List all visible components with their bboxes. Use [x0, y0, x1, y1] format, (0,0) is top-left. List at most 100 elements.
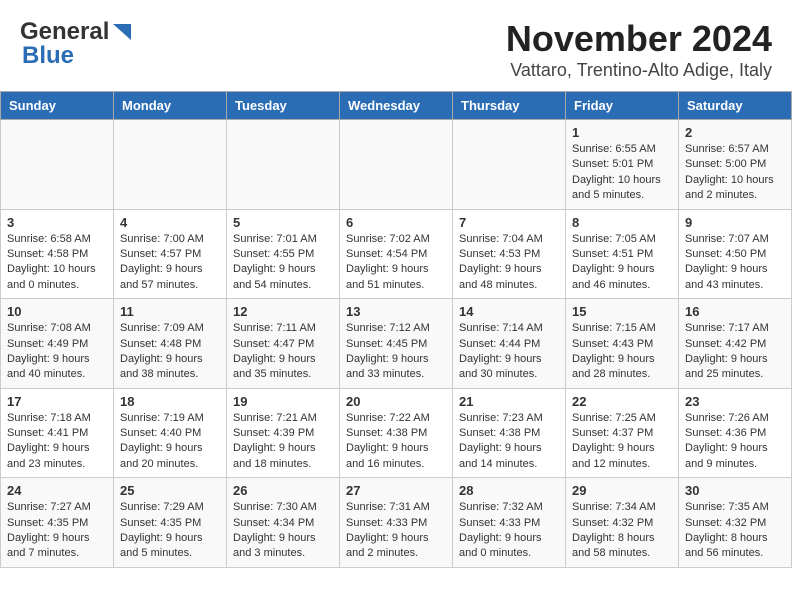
- day-number: 28: [459, 483, 559, 498]
- day-info: Sunrise: 7:21 AMSunset: 4:39 PMDaylight:…: [233, 411, 333, 473]
- day-number: 18: [120, 394, 220, 409]
- col-header-friday: Friday: [566, 92, 679, 120]
- day-number: 7: [459, 215, 559, 230]
- page-subtitle: Vattaro, Trentino-Alto Adige, Italy: [506, 60, 772, 81]
- calendar-cell: [114, 120, 227, 210]
- calendar-cell: 13 Sunrise: 7:12 AMSunset: 4:45 PMDayligh…: [340, 299, 453, 389]
- day-number: 17: [7, 394, 107, 409]
- day-info: Sunrise: 7:32 AMSunset: 4:33 PMDaylight:…: [459, 500, 559, 562]
- logo-arrow-icon: [111, 22, 133, 44]
- col-header-thursday: Thursday: [453, 92, 566, 120]
- day-info: Sunrise: 7:26 AMSunset: 4:36 PMDaylight:…: [685, 411, 785, 473]
- col-header-wednesday: Wednesday: [340, 92, 453, 120]
- calendar-cell: 3 Sunrise: 6:58 AMSunset: 4:58 PMDaylight…: [1, 209, 114, 299]
- calendar-week-5: 24Sunrise: 7:27 AMSunset: 4:35 PMDayligh…: [1, 478, 792, 568]
- day-number: 20: [346, 394, 446, 409]
- calendar-cell: [1, 120, 114, 210]
- page-title: November 2024: [506, 18, 772, 60]
- day-info: Sunrise: 6:57 AMSunset: 5:00 PMDaylight:…: [685, 142, 785, 204]
- col-header-sunday: Sunday: [1, 92, 114, 120]
- day-info: Sunrise: 7:22 AMSunset: 4:38 PMDaylight:…: [346, 411, 446, 473]
- day-info: Sunrise: 6:55 AMSunset: 5:01 PMDaylight:…: [572, 142, 672, 204]
- calendar-header-row: SundayMondayTuesdayWednesdayThursdayFrid…: [1, 92, 792, 120]
- calendar-cell: [227, 120, 340, 210]
- calendar-cell: 11 Sunrise: 7:09 AMSunset: 4:48 PMDayligh…: [114, 299, 227, 389]
- day-info: Sunrise: 7:04 AMSunset: 4:53 PMDaylight:…: [459, 232, 559, 294]
- day-info: Sunrise: 7:14 AMSunset: 4:44 PMDaylight:…: [459, 321, 559, 383]
- day-info: Sunrise: 7:05 AMSunset: 4:51 PMDaylight:…: [572, 232, 672, 294]
- day-info: Sunrise: 7:01 AMSunset: 4:55 PMDaylight:…: [233, 232, 333, 294]
- day-info: Sunrise: 7:23 AMSunset: 4:38 PMDaylight:…: [459, 411, 559, 473]
- calendar-week-4: 17Sunrise: 7:18 AMSunset: 4:41 PMDayligh…: [1, 388, 792, 478]
- calendar-cell: 19 Sunrise: 7:21 AMSunset: 4:39 PMDayligh…: [227, 388, 340, 478]
- calendar-cell: 14 Sunrise: 7:14 AMSunset: 4:44 PMDayligh…: [453, 299, 566, 389]
- day-info: Sunrise: 6:58 AMSunset: 4:58 PMDaylight:…: [7, 232, 107, 294]
- calendar-cell: [453, 120, 566, 210]
- calendar-cell: 20 Sunrise: 7:22 AMSunset: 4:38 PMDayligh…: [340, 388, 453, 478]
- day-info: Sunrise: 7:09 AMSunset: 4:48 PMDaylight:…: [120, 321, 220, 383]
- day-number: 2: [685, 125, 785, 140]
- day-number: 22: [572, 394, 672, 409]
- day-number: 25: [120, 483, 220, 498]
- day-info: Sunrise: 7:17 AMSunset: 4:42 PMDaylight:…: [685, 321, 785, 383]
- calendar-body: 1 Sunrise: 6:55 AMSunset: 5:01 PMDaylight…: [1, 120, 792, 568]
- calendar-cell: 5 Sunrise: 7:01 AMSunset: 4:55 PMDaylight…: [227, 209, 340, 299]
- day-number: 24: [7, 483, 107, 498]
- day-number: 8: [572, 215, 672, 230]
- calendar-week-2: 3 Sunrise: 6:58 AMSunset: 4:58 PMDaylight…: [1, 209, 792, 299]
- calendar-cell: 4Sunrise: 7:00 AMSunset: 4:57 PMDaylight…: [114, 209, 227, 299]
- calendar-cell: 10 Sunrise: 7:08 AMSunset: 4:49 PMDayligh…: [1, 299, 114, 389]
- day-info: Sunrise: 7:31 AMSunset: 4:33 PMDaylight:…: [346, 500, 446, 562]
- day-number: 1: [572, 125, 672, 140]
- calendar-week-3: 10 Sunrise: 7:08 AMSunset: 4:49 PMDayligh…: [1, 299, 792, 389]
- calendar-week-1: 1 Sunrise: 6:55 AMSunset: 5:01 PMDaylight…: [1, 120, 792, 210]
- calendar-cell: 1 Sunrise: 6:55 AMSunset: 5:01 PMDaylight…: [566, 120, 679, 210]
- day-number: 19: [233, 394, 333, 409]
- day-info: Sunrise: 7:29 AMSunset: 4:35 PMDaylight:…: [120, 500, 220, 562]
- calendar-cell: [340, 120, 453, 210]
- page-header: General Blue November 2024 Vattaro, Tren…: [0, 0, 792, 91]
- title-block: November 2024 Vattaro, Trentino-Alto Adi…: [506, 18, 772, 81]
- calendar-cell: 16 Sunrise: 7:17 AMSunset: 4:42 PMDayligh…: [679, 299, 792, 389]
- logo: General Blue: [20, 18, 133, 70]
- day-info: Sunrise: 7:15 AMSunset: 4:43 PMDaylight:…: [572, 321, 672, 383]
- day-number: 27: [346, 483, 446, 498]
- day-number: 9: [685, 215, 785, 230]
- day-number: 13: [346, 304, 446, 319]
- calendar-cell: 7 Sunrise: 7:04 AMSunset: 4:53 PMDaylight…: [453, 209, 566, 299]
- day-info: Sunrise: 7:19 AMSunset: 4:40 PMDaylight:…: [120, 411, 220, 473]
- day-number: 29: [572, 483, 672, 498]
- day-info: Sunrise: 7:08 AMSunset: 4:49 PMDaylight:…: [7, 321, 107, 383]
- day-info: Sunrise: 7:02 AMSunset: 4:54 PMDaylight:…: [346, 232, 446, 294]
- calendar-cell: 21Sunrise: 7:23 AMSunset: 4:38 PMDayligh…: [453, 388, 566, 478]
- day-info: Sunrise: 7:07 AMSunset: 4:50 PMDaylight:…: [685, 232, 785, 294]
- calendar-cell: 27 Sunrise: 7:31 AMSunset: 4:33 PMDayligh…: [340, 478, 453, 568]
- logo-text-blue: Blue: [22, 42, 74, 70]
- day-number: 11: [120, 304, 220, 319]
- calendar-cell: 17Sunrise: 7:18 AMSunset: 4:41 PMDayligh…: [1, 388, 114, 478]
- calendar-cell: 30Sunrise: 7:35 AMSunset: 4:32 PMDayligh…: [679, 478, 792, 568]
- day-number: 6: [346, 215, 446, 230]
- day-info: Sunrise: 7:12 AMSunset: 4:45 PMDaylight:…: [346, 321, 446, 383]
- day-info: Sunrise: 7:30 AMSunset: 4:34 PMDaylight:…: [233, 500, 333, 562]
- calendar-cell: 9 Sunrise: 7:07 AMSunset: 4:50 PMDaylight…: [679, 209, 792, 299]
- day-number: 12: [233, 304, 333, 319]
- calendar-cell: 29 Sunrise: 7:34 AMSunset: 4:32 PMDayligh…: [566, 478, 679, 568]
- calendar-cell: 23 Sunrise: 7:26 AMSunset: 4:36 PMDayligh…: [679, 388, 792, 478]
- calendar-cell: 12Sunrise: 7:11 AMSunset: 4:47 PMDayligh…: [227, 299, 340, 389]
- calendar-cell: 24Sunrise: 7:27 AMSunset: 4:35 PMDayligh…: [1, 478, 114, 568]
- calendar-cell: 8 Sunrise: 7:05 AMSunset: 4:51 PMDaylight…: [566, 209, 679, 299]
- day-info: Sunrise: 7:34 AMSunset: 4:32 PMDaylight:…: [572, 500, 672, 562]
- day-number: 26: [233, 483, 333, 498]
- day-info: Sunrise: 7:25 AMSunset: 4:37 PMDaylight:…: [572, 411, 672, 473]
- day-number: 5: [233, 215, 333, 230]
- calendar-cell: 2 Sunrise: 6:57 AMSunset: 5:00 PMDaylight…: [679, 120, 792, 210]
- day-number: 16: [685, 304, 785, 319]
- day-number: 23: [685, 394, 785, 409]
- day-number: 10: [7, 304, 107, 319]
- calendar-cell: 28 Sunrise: 7:32 AMSunset: 4:33 PMDayligh…: [453, 478, 566, 568]
- day-info: Sunrise: 7:00 AMSunset: 4:57 PMDaylight:…: [120, 232, 220, 294]
- col-header-tuesday: Tuesday: [227, 92, 340, 120]
- day-number: 14: [459, 304, 559, 319]
- day-number: 3: [7, 215, 107, 230]
